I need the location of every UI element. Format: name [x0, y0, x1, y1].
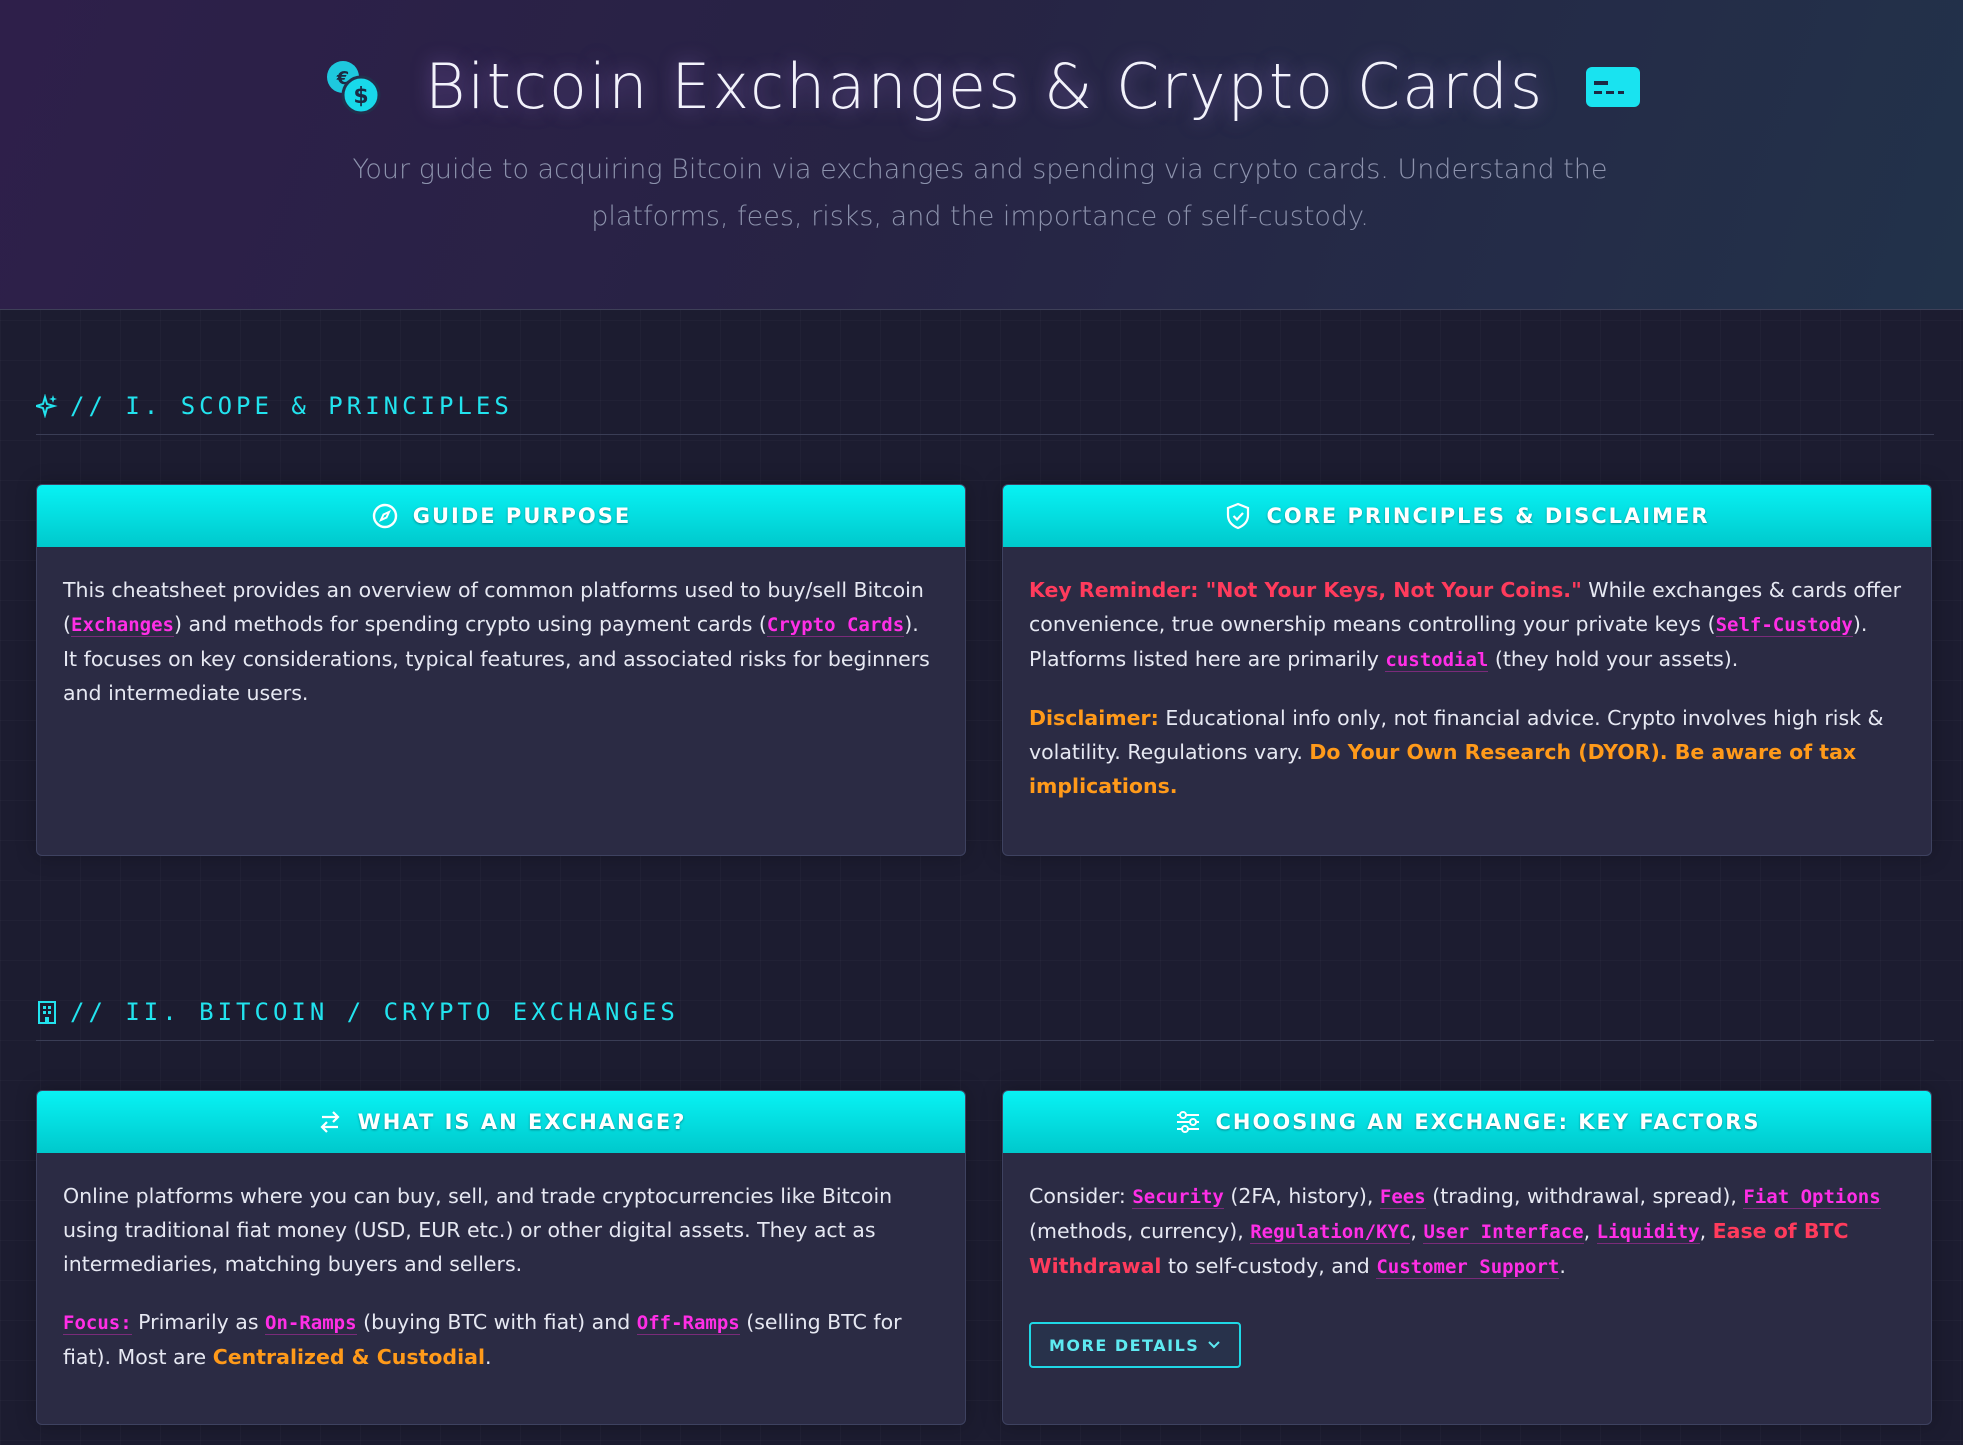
term-fees: Fees — [1379, 1186, 1426, 1209]
arrows-exchange-icon — [316, 1108, 344, 1136]
text: (methods, currency), — [1029, 1219, 1251, 1243]
page-header: € $ Bitcoin Exchanges & Crypto Cards You… — [0, 0, 1963, 310]
text: ) and methods for spending crypto using … — [173, 612, 767, 636]
text: . — [484, 1345, 492, 1369]
paragraph: Disclaimer: Educational info only, not f… — [1029, 701, 1905, 803]
text: (2FA, history), — [1223, 1184, 1380, 1208]
section-header-scope: // I. SCOPE & PRINCIPLES — [32, 392, 1934, 435]
term-customer-support: Customer Support — [1376, 1256, 1560, 1279]
disclaimer-label: Disclaimer: — [1029, 706, 1159, 730]
text: (they hold your assets). — [1488, 647, 1739, 671]
paragraph: Online platforms where you can buy, sell… — [63, 1184, 893, 1276]
section-title: // II. BITCOIN / CRYPTO EXCHANGES — [70, 998, 679, 1026]
card-header: Choosing an Exchange: Key Factors — [1003, 1091, 1931, 1153]
card-choosing-exchange: Choosing an Exchange: Key Factors Consid… — [1002, 1090, 1932, 1425]
sparkles-icon — [32, 393, 58, 419]
coins-icon: € $ — [321, 55, 385, 119]
card-header: Core Principles & Disclaimer — [1003, 485, 1931, 547]
more-details-button[interactable]: MORE DETAILS — [1029, 1322, 1242, 1368]
text: , — [1699, 1219, 1713, 1243]
key-reminder: Key Reminder: "Not Your Keys, Not Your C… — [1029, 578, 1582, 602]
term-crypto-cards: Crypto Cards — [766, 614, 905, 637]
credit-card-icon — [1584, 65, 1642, 109]
card-title: Core Principles & Disclaimer — [1266, 504, 1710, 528]
section-title: // I. SCOPE & PRINCIPLES — [70, 392, 513, 420]
card-title: Guide Purpose — [412, 504, 632, 528]
title-row: € $ Bitcoin Exchanges & Crypto Cards — [0, 50, 1963, 123]
shield-check-icon — [1224, 502, 1252, 530]
building-icon — [36, 1000, 58, 1024]
term-liquidity: Liquidity — [1596, 1221, 1700, 1244]
page-subtitle: Your guide to acquiring Bitcoin via exch… — [352, 154, 1608, 232]
term-security: Security — [1132, 1186, 1224, 1209]
card-header: Guide Purpose — [37, 485, 965, 547]
paragraph: Key Reminder: "Not Your Keys, Not Your C… — [1029, 573, 1905, 677]
card-body: Online platforms where you can buy, sell… — [37, 1153, 965, 1418]
card-title: Choosing an Exchange: Key Factors — [1215, 1110, 1761, 1134]
term-regulation-kyc: Regulation/KYC — [1250, 1221, 1411, 1244]
term-self-custody: Self-Custody — [1715, 614, 1853, 637]
text: . — [1559, 1254, 1566, 1278]
paragraph: Focus: Primarily as On-Ramps (buying BTC… — [63, 1305, 939, 1374]
term-fiat-options: Fiat Options — [1743, 1186, 1881, 1209]
card-body: Key Reminder: "Not Your Keys, Not Your C… — [1003, 547, 1931, 847]
page-title: Bitcoin Exchanges & Crypto Cards — [424, 50, 1545, 123]
svg-text:$: $ — [353, 84, 368, 109]
term-on-ramps: On-Ramps — [265, 1312, 357, 1335]
text: (buying BTC with fiat) and — [356, 1310, 637, 1334]
more-details-label: MORE DETAILS — [1049, 1335, 1200, 1355]
term-exchanges: Exchanges — [71, 614, 174, 637]
text: Consider: — [1029, 1184, 1133, 1208]
card-header: What is an Exchange? — [37, 1091, 965, 1153]
term-off-ramps: Off-Ramps — [636, 1312, 740, 1335]
paragraph: Consider: Security (2FA, history), Fees … — [1029, 1179, 1905, 1284]
card-title: What is an Exchange? — [357, 1110, 687, 1134]
centralized-custodial: Centralized & Custodial — [212, 1345, 485, 1369]
card-body: This cheatsheet provides an overview of … — [37, 547, 965, 754]
chevron-down-icon — [1208, 1341, 1220, 1349]
text: , — [1583, 1219, 1597, 1243]
paragraph: This cheatsheet provides an overview of … — [63, 573, 939, 710]
term-custodial: custodial — [1385, 649, 1489, 672]
sliders-icon — [1174, 1108, 1202, 1136]
card-body: Consider: Security (2FA, history), Fees … — [1003, 1153, 1931, 1388]
term-user-interface: User Interface — [1423, 1221, 1584, 1244]
term-focus: Focus: — [63, 1312, 132, 1335]
section-header-exchanges: // II. BITCOIN / CRYPTO EXCHANGES — [36, 998, 1934, 1041]
card-guide-purpose: Guide Purpose This cheatsheet provides a… — [36, 484, 966, 856]
text: (trading, withdrawal, spread), — [1425, 1184, 1744, 1208]
compass-icon — [371, 502, 399, 530]
text: Primarily as — [131, 1310, 266, 1334]
card-core-principles: Core Principles & Disclaimer Key Reminde… — [1002, 484, 1932, 856]
text: to self-custody, and — [1161, 1254, 1377, 1278]
text: , — [1410, 1219, 1424, 1243]
card-what-is-exchange: What is an Exchange? Online platforms wh… — [36, 1090, 966, 1425]
